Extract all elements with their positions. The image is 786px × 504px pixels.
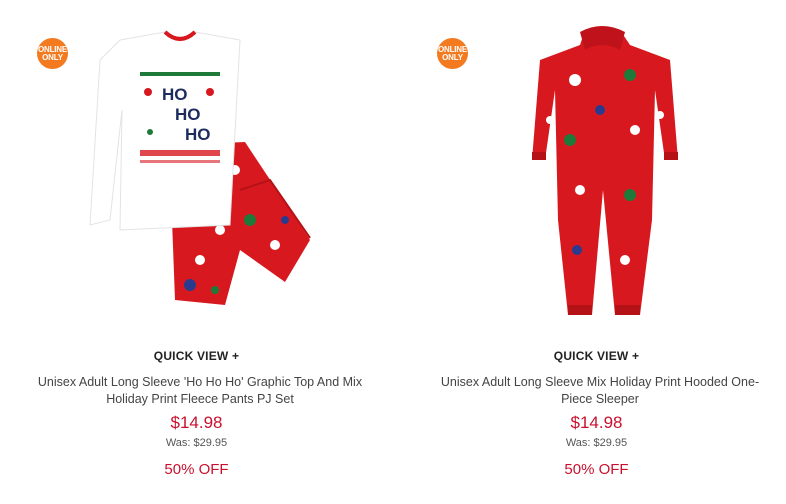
badge-line-2: ONLY	[442, 52, 463, 62]
sale-price: $14.98	[170, 413, 223, 432]
sleeper-illustration	[532, 26, 678, 315]
was-price: Was: $29.95	[565, 437, 628, 449]
was-price: Was: $29.95	[165, 437, 228, 449]
graphic-top: HO HO HO	[89, 30, 241, 231]
ho-text-2: HO	[175, 105, 201, 124]
online-only-badge: ONLINE ONLY	[37, 38, 68, 69]
product-title[interactable]: Unisex Adult Long Sleeve 'Ho Ho Ho' Grap…	[30, 374, 370, 408]
product-image[interactable]: HO HO HO	[80, 20, 320, 320]
product-title[interactable]: Unisex Adult Long Sleeve Mix Holiday Pri…	[430, 374, 770, 408]
hooded-sleeper	[532, 26, 678, 315]
sale-price: $14.98	[570, 413, 623, 432]
quick-view-button[interactable]: QUICK VIEW +	[400, 349, 786, 363]
discount-label: 50% OFF	[564, 461, 629, 478]
ho-text-3: HO	[185, 125, 211, 144]
discount-label: 50% OFF	[164, 461, 229, 478]
ho-text-1: HO	[162, 85, 188, 104]
product-card-2[interactable]: ONLINE ONLY QUICK VIEW + Unisex Adult Lo…	[400, 0, 786, 504]
online-only-badge: ONLINE ONLY	[437, 38, 468, 69]
badge-line-2: ONLY	[42, 52, 63, 62]
product-card-1[interactable]: ONLINE ONLY HO HO HO QUICK VIEW + Unisex…	[0, 0, 393, 504]
quick-view-button[interactable]: QUICK VIEW +	[0, 349, 393, 363]
pj-set-illustration: HO HO HO	[89, 30, 311, 305]
product-image[interactable]	[480, 20, 720, 320]
